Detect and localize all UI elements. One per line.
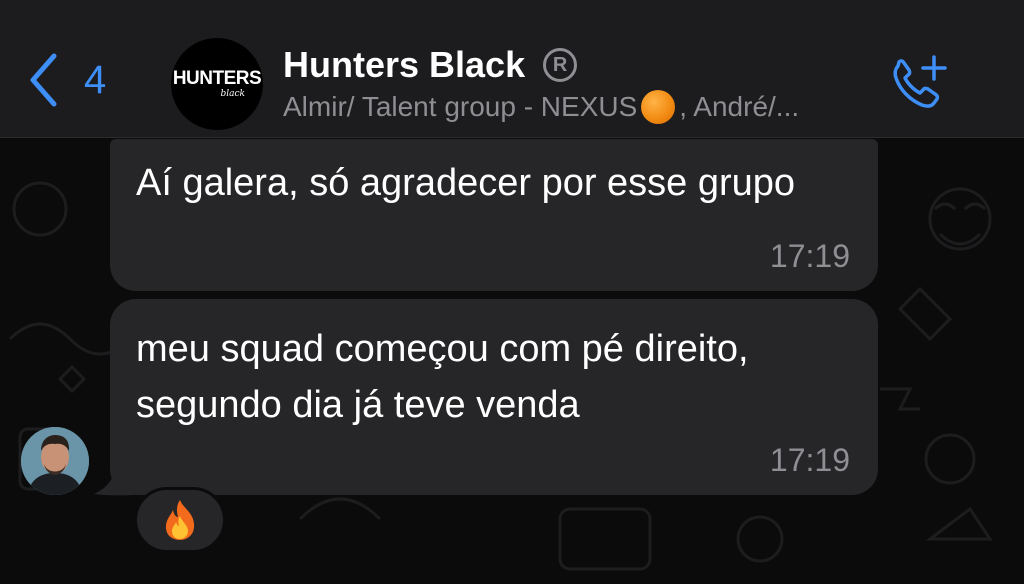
logo-sub-text: black <box>220 89 246 99</box>
message-text: Aí galera, só agradecer por esse grupo <box>136 162 796 204</box>
bubble-tail <box>94 474 134 496</box>
reaction-pill[interactable] <box>134 487 226 553</box>
back-button[interactable]: 4 <box>28 52 106 108</box>
message-text: meu squad começou com pé direito, segund… <box>136 328 749 426</box>
message-time: 17:19 <box>769 442 850 478</box>
group-title: Hunters Black <box>283 44 526 85</box>
orange-circle-emoji <box>641 90 676 124</box>
message-bubble[interactable]: meu squad começou com pé direito, segund… <box>110 299 878 495</box>
unread-count: 4 <box>84 58 107 102</box>
user-photo <box>21 427 89 495</box>
subtitle-text-start: Almir/ Talent group - NEXUS <box>283 91 638 122</box>
sender-avatar[interactable] <box>21 427 89 495</box>
logo-main-text: HUNTERS <box>172 68 262 89</box>
add-call-icon <box>893 55 947 108</box>
message-bubble[interactable]: Aí galera, só agradecer por esse grupo 1… <box>110 139 878 291</box>
message-time: 17:19 <box>769 238 850 274</box>
subtitle-text-end: , André/... <box>679 91 800 122</box>
chevron-left-icon <box>30 53 57 107</box>
add-call-button[interactable] <box>890 54 950 117</box>
group-avatar[interactable]: HUNTERS black <box>171 38 263 130</box>
title-row[interactable]: Hunters Black R <box>283 44 578 86</box>
chat-header: 4 HUNTERS black Hunters Black R Almir/ T… <box>0 0 1024 138</box>
registered-icon: R <box>543 48 578 82</box>
fire-icon <box>165 500 195 540</box>
group-members-subtitle[interactable]: Almir/ Talent group - NEXUS , André/... <box>283 90 799 124</box>
